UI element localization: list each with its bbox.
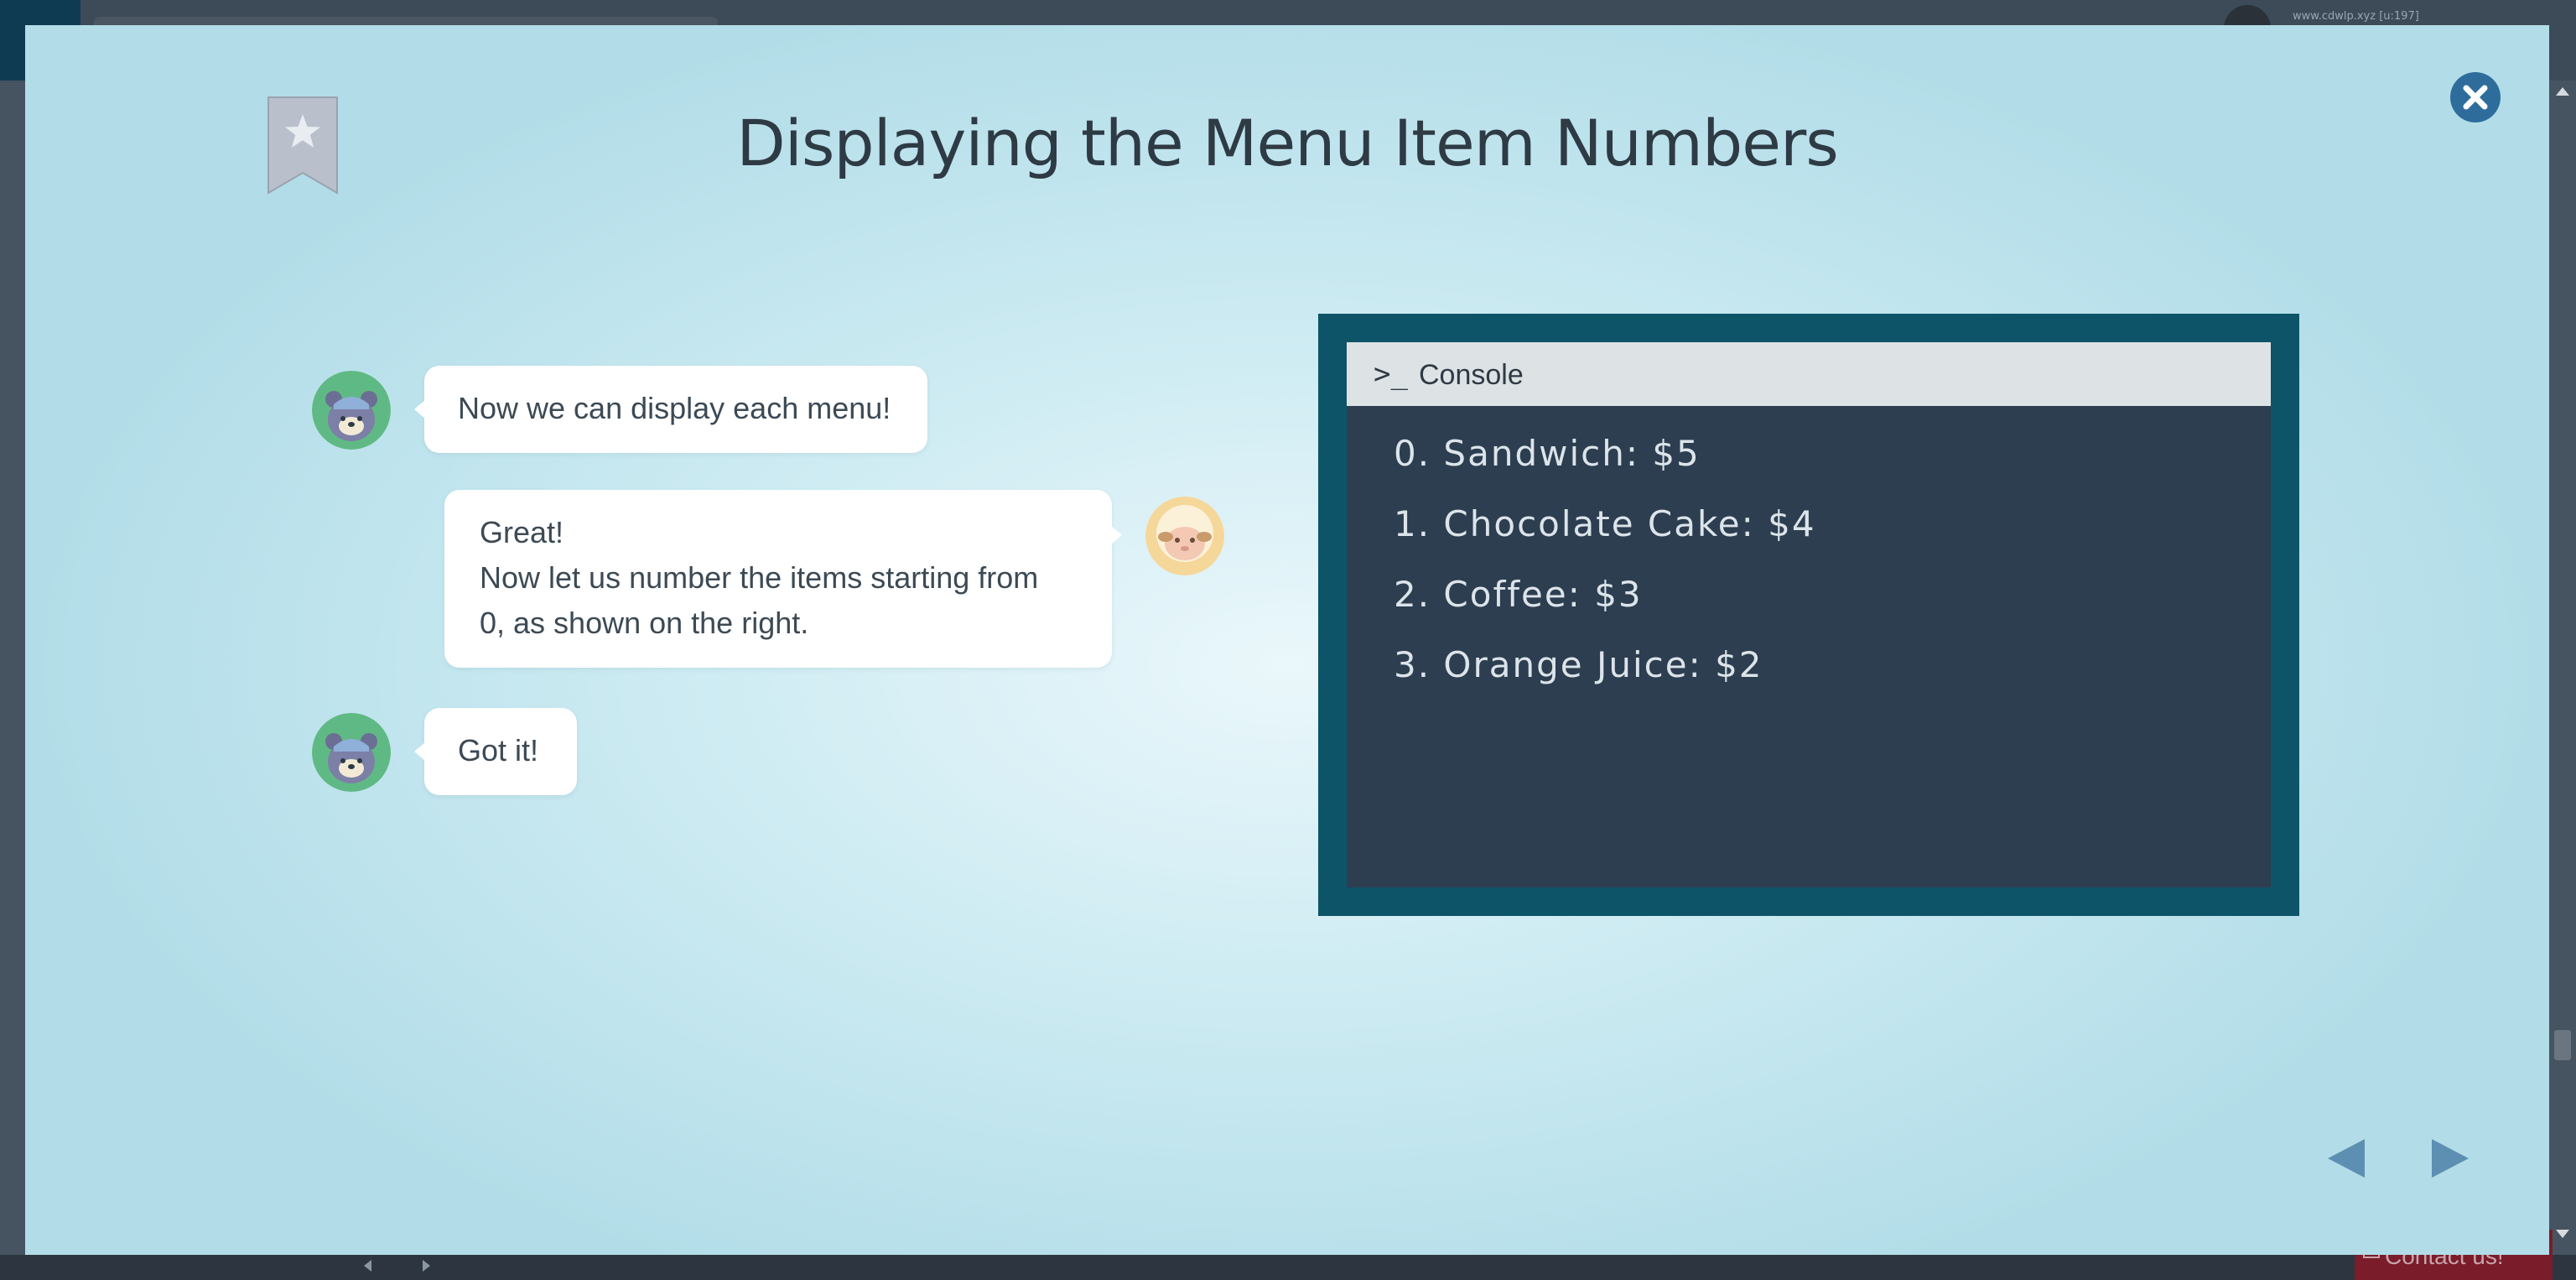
next-slide-icon[interactable]	[2432, 1139, 2469, 1178]
bear-avatar	[312, 371, 391, 450]
sheep-avatar	[1145, 497, 1224, 575]
console-output-line: 3. Orange Juice: $2	[1394, 644, 1763, 685]
chat-bubble-bear-1: Now we can display each menu!	[414, 366, 927, 453]
scroll-up-icon[interactable]	[2556, 87, 2569, 96]
console-title: Console	[1419, 359, 1524, 391]
scroll-down-icon[interactable]	[2556, 1230, 2569, 1238]
background-bottom-bar	[0, 1255, 2576, 1280]
chat-bubble-sheep: Great! Now let us number the items start…	[444, 490, 1122, 668]
background-url-text: www.cdwlp.xyz [u:197]	[2293, 10, 2419, 23]
console-output: 0. Sandwich: $5 1. Chocolate Cake: $4 2.…	[1347, 406, 2271, 887]
close-x-icon	[2463, 85, 2488, 110]
console-output-line: 1. Chocolate Cake: $4	[1394, 503, 1816, 544]
message-text: Got it!	[458, 733, 539, 767]
close-button[interactable]	[2450, 72, 2501, 122]
message-text: Great!	[480, 515, 564, 549]
scroll-right-icon[interactable]	[423, 1260, 430, 1272]
scroll-left-icon[interactable]	[364, 1260, 371, 1272]
background-left-panel	[0, 81, 25, 1255]
page-title: Displaying the Menu Item Numbers	[736, 106, 1839, 180]
scrollbar-thumb[interactable]	[2554, 1030, 2571, 1060]
terminal-prompt-icon: >_	[1374, 357, 1408, 391]
background-right-scrollbar	[2549, 81, 2576, 1280]
chat-bubble-bear-2: Got it!	[414, 708, 577, 795]
bear-avatar	[312, 713, 391, 792]
console-header: >_ Console	[1347, 342, 2271, 406]
message-text: Now let us number the items starting fro…	[480, 560, 1039, 595]
lesson-modal: Displaying the Menu Item Numbers Now we …	[25, 25, 2549, 1255]
console-output-line: 2. Coffee: $3	[1394, 574, 1643, 615]
console-output-line: 0. Sandwich: $5	[1394, 433, 1701, 474]
message-text: 0, as shown on the right.	[480, 606, 809, 640]
previous-slide-icon[interactable]	[2328, 1139, 2365, 1178]
console-panel: >_ Console 0. Sandwich: $5 1. Chocolate …	[1318, 314, 2299, 916]
message-text: Now we can display each menu!	[458, 391, 891, 425]
